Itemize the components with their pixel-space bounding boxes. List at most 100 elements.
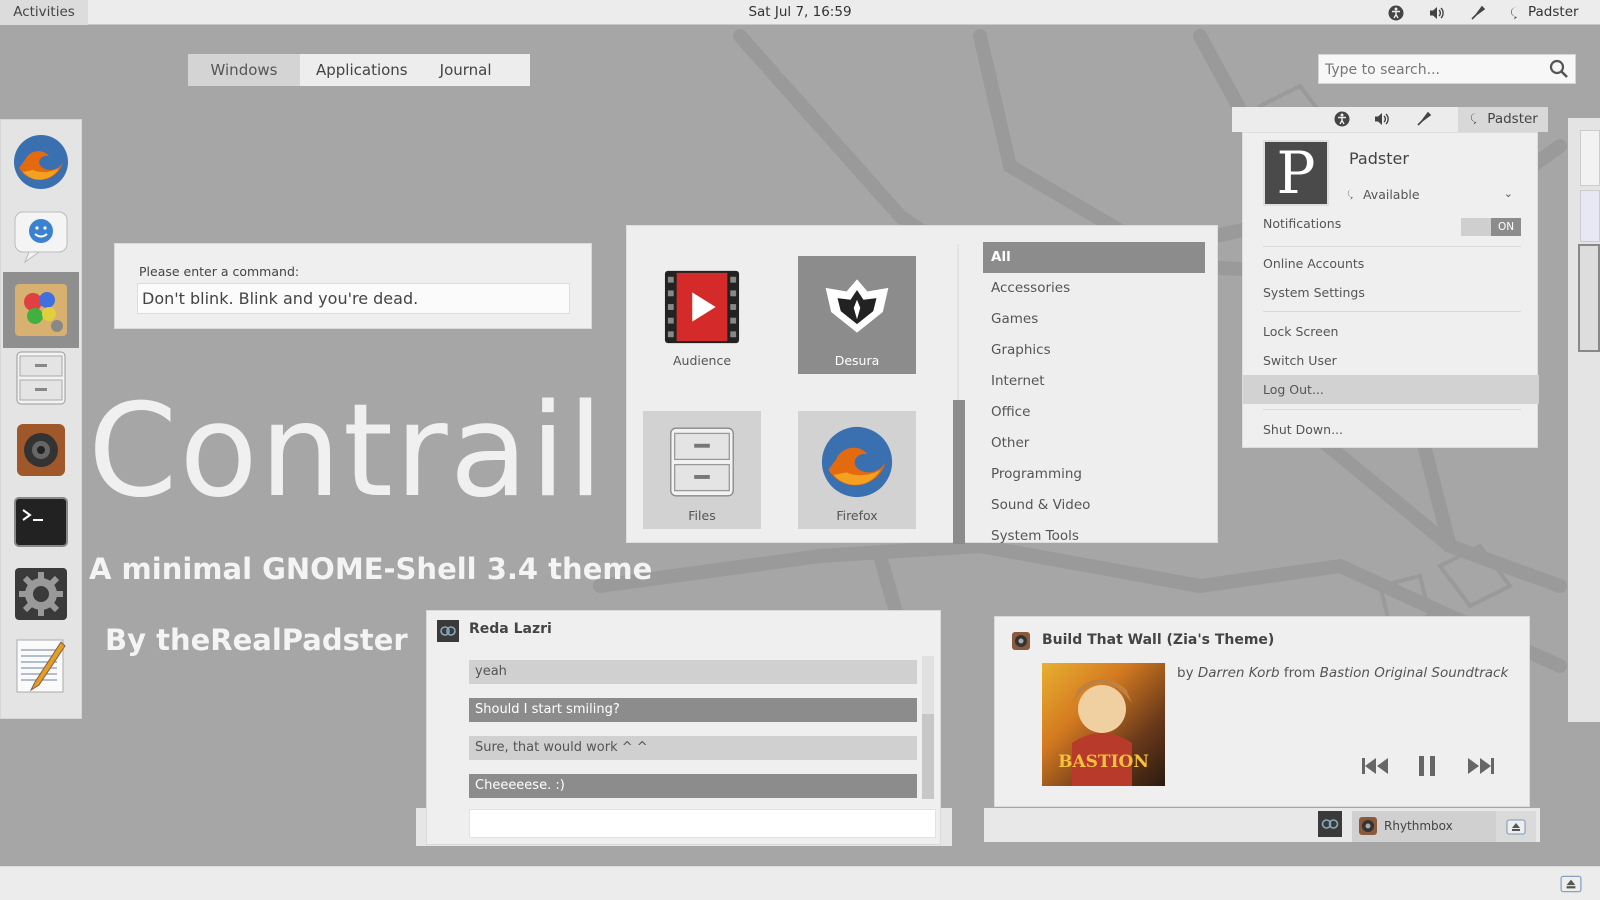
category-sound-video[interactable]: Sound & Video bbox=[983, 490, 1205, 521]
chat-scrollbar[interactable] bbox=[922, 656, 934, 799]
category-office[interactable]: Office bbox=[983, 397, 1205, 428]
empathy-tray-icon[interactable] bbox=[1318, 811, 1342, 837]
search-input[interactable] bbox=[1325, 60, 1540, 80]
clock[interactable]: Sat Jul 7, 16:59 bbox=[700, 0, 900, 25]
speaker-icon[interactable] bbox=[9, 418, 73, 482]
eject-icon[interactable] bbox=[1560, 873, 1582, 895]
notifications-toggle[interactable]: ON bbox=[1461, 218, 1521, 236]
rhythmbox-tray-item[interactable]: Rhythmbox bbox=[1352, 811, 1496, 842]
track-album: Bastion Original Soundtrack bbox=[1319, 665, 1509, 681]
status-label: Available bbox=[1362, 187, 1420, 202]
status-selector[interactable]: Available ⌄ bbox=[1347, 187, 1517, 202]
category-system-tools[interactable]: System Tools bbox=[983, 521, 1205, 552]
activities-button[interactable]: Activities bbox=[0, 0, 88, 25]
accessibility-icon[interactable] bbox=[1332, 109, 1352, 129]
category-programming[interactable]: Programming bbox=[983, 459, 1205, 490]
workspace-thumbnails[interactable] bbox=[1568, 118, 1600, 722]
empathy-icon[interactable] bbox=[9, 204, 73, 268]
from-word: from bbox=[1283, 665, 1316, 681]
text-editor-icon[interactable] bbox=[9, 634, 73, 698]
command-label: Please enter a command: bbox=[139, 264, 300, 279]
empathy-icon bbox=[437, 620, 459, 642]
category-graphics[interactable]: Graphics bbox=[983, 335, 1205, 366]
category-accessories[interactable]: Accessories bbox=[983, 273, 1205, 304]
album-cover-text: BASTION bbox=[1058, 752, 1149, 772]
tab-journal[interactable]: Journal bbox=[424, 54, 508, 86]
chevron-down-icon: ⌄ bbox=[1503, 187, 1513, 200]
eject-icon bbox=[1506, 817, 1526, 837]
power-icon[interactable] bbox=[1468, 3, 1488, 23]
terminal-icon[interactable] bbox=[9, 490, 73, 554]
app-label: Audience bbox=[672, 353, 732, 368]
rhythmbox-tray-label: Rhythmbox bbox=[1384, 819, 1453, 833]
app-label: Desura bbox=[834, 353, 880, 368]
previous-icon[interactable] bbox=[1361, 753, 1389, 779]
volume-icon[interactable] bbox=[1427, 3, 1447, 23]
by-word: by bbox=[1177, 665, 1194, 681]
brand-tagline: A minimal GNOME-Shell 3.4 theme bbox=[89, 552, 653, 586]
menu-separator bbox=[1263, 311, 1521, 312]
avatar[interactable]: P bbox=[1263, 140, 1329, 206]
app-desura[interactable]: Desura bbox=[798, 256, 916, 374]
chat-scrollbar-thumb[interactable] bbox=[922, 714, 934, 799]
settings-icon[interactable] bbox=[9, 562, 73, 626]
audience-icon bbox=[663, 268, 741, 346]
desura-icon bbox=[818, 268, 896, 346]
menu-item-log-out[interactable]: Log Out... bbox=[1243, 375, 1539, 404]
pause-icon[interactable] bbox=[1413, 753, 1441, 779]
grid-scrollbar[interactable] bbox=[953, 400, 965, 544]
tab-applications[interactable]: Applications bbox=[300, 54, 424, 86]
workspace-thumbnail[interactable] bbox=[1580, 190, 1600, 242]
chat-message-out: Cheeeeese. :) bbox=[469, 774, 917, 798]
menu-item-switch-user[interactable]: Switch User bbox=[1243, 346, 1539, 375]
run-command-dialog: Please enter a command: bbox=[114, 243, 592, 329]
accessibility-icon[interactable] bbox=[1386, 3, 1406, 23]
volume-icon[interactable] bbox=[1372, 109, 1392, 129]
top-bar: Activities Sat Jul 7, 16:59 Padster bbox=[0, 0, 1600, 25]
user-menu: P Padster Available ⌄ Notifications ON O… bbox=[1242, 132, 1539, 448]
files-icon[interactable] bbox=[9, 346, 73, 410]
category-internet[interactable]: Internet bbox=[983, 366, 1205, 397]
available-icon bbox=[1347, 188, 1353, 200]
category-other[interactable]: Other bbox=[983, 428, 1205, 459]
menu-separator bbox=[1263, 246, 1521, 247]
next-icon[interactable] bbox=[1467, 753, 1495, 779]
app-audience[interactable]: Audience bbox=[643, 256, 761, 374]
power-icon[interactable] bbox=[1414, 109, 1434, 129]
chat-status-icon bbox=[1510, 5, 1524, 20]
chat-contact-name: Reda Lazri bbox=[469, 621, 552, 637]
command-input[interactable] bbox=[137, 283, 570, 314]
brand-byline: By theRealPadster bbox=[105, 623, 408, 657]
firefox-icon bbox=[818, 423, 896, 501]
topbar-user-name[interactable]: Padster bbox=[1528, 0, 1579, 25]
category-all[interactable]: All bbox=[983, 242, 1205, 273]
user-menu-button[interactable]: Padster bbox=[1458, 107, 1548, 132]
track-title: Build That Wall (Zia's Theme) bbox=[1042, 632, 1275, 648]
rhythmbox-icon bbox=[1358, 816, 1378, 836]
music-notification: Build That Wall (Zia's Theme) BASTION by… bbox=[994, 616, 1530, 807]
files-icon bbox=[663, 423, 741, 501]
removable-devices-tray-item[interactable] bbox=[1496, 811, 1536, 842]
menu-item-system-settings[interactable]: System Settings bbox=[1243, 278, 1539, 307]
menu-item-lock-screen[interactable]: Lock Screen bbox=[1243, 317, 1539, 346]
category-games[interactable]: Games bbox=[983, 304, 1205, 335]
firefox-icon[interactable] bbox=[9, 130, 73, 194]
paint-icon[interactable] bbox=[3, 272, 79, 348]
dash-dock bbox=[0, 119, 82, 719]
rhythmbox-icon bbox=[1011, 631, 1031, 651]
tab-windows[interactable]: Windows bbox=[188, 54, 300, 86]
chat-message-in: Sure, that would work ^ ^ bbox=[469, 736, 917, 760]
app-files[interactable]: Files bbox=[643, 411, 761, 529]
chat-notification: Reda Lazri yeah Should I start smiling? … bbox=[426, 610, 941, 845]
user-name: Padster bbox=[1349, 149, 1409, 168]
chat-reply-input[interactable] bbox=[469, 809, 936, 838]
search-icon[interactable] bbox=[1549, 59, 1569, 79]
app-firefox[interactable]: Firefox bbox=[798, 411, 916, 529]
applications-view: Audience Desura Files Firefox All Access… bbox=[626, 225, 1218, 544]
menu-item-shut-down[interactable]: Shut Down... bbox=[1243, 415, 1539, 444]
workspace-thumbnail[interactable] bbox=[1580, 130, 1600, 186]
workspace-thumbnail[interactable] bbox=[1578, 244, 1600, 352]
notifications-label: Notifications bbox=[1263, 216, 1342, 231]
track-artist: Darren Korb bbox=[1197, 665, 1280, 681]
menu-item-online-accounts[interactable]: Online Accounts bbox=[1243, 249, 1539, 278]
